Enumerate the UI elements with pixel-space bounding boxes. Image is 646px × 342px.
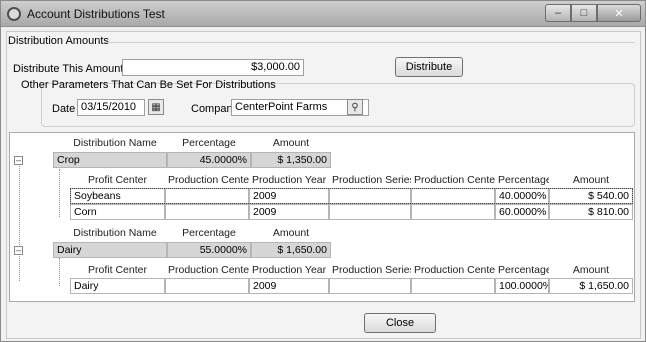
detail-header-profit-center[interactable]: Profit Center: [70, 263, 165, 279]
search-icon: ⚲: [351, 101, 359, 113]
window-title: Account Distributions Test: [27, 7, 165, 21]
minimize-button[interactable]: –: [545, 4, 571, 22]
table-row-percentage[interactable]: 60.0000%: [495, 204, 549, 220]
collapse-dairy-icon[interactable]: –: [14, 246, 23, 255]
maximize-button[interactable]: □: [571, 4, 597, 22]
company-lookup-button[interactable]: ⚲: [347, 99, 363, 115]
table-row-profit-center[interactable]: Dairy: [70, 278, 165, 294]
table-row-production-center[interactable]: [165, 278, 249, 294]
tree-line: [59, 169, 60, 217]
table-row-percentage[interactable]: 100.0000%: [495, 278, 549, 294]
detail-header-production-center[interactable]: Production Center: [165, 263, 249, 279]
detail-header-production-center-2[interactable]: Production Center: [411, 263, 495, 279]
collapse-crop-icon[interactable]: –: [14, 156, 23, 165]
date-label: Date: [52, 103, 76, 115]
detail-header-percentage[interactable]: Percentage: [495, 173, 549, 189]
detail-header-production-center-2[interactable]: Production Center: [411, 173, 495, 189]
table-row-production-center[interactable]: [165, 204, 249, 220]
account-distributions-window: Account Distributions Test – □ ✕ Distrib…: [0, 0, 646, 342]
column-header-amount[interactable]: Amount: [251, 226, 331, 242]
maximize-icon: □: [580, 7, 588, 19]
distribution-amounts-legend: Distribution Amounts: [8, 35, 109, 47]
distribute-amount-label: Distribute This Amount: [13, 63, 124, 75]
distribute-amount-input[interactable]: $3,000.00: [122, 59, 304, 76]
close-button[interactable]: Close: [364, 313, 436, 333]
detail-header-amount[interactable]: Amount: [549, 173, 633, 189]
minimize-icon: –: [554, 7, 562, 19]
column-header-distribution-name[interactable]: Distribution Name: [63, 136, 167, 152]
detail-header-production-center[interactable]: Production Center: [165, 173, 249, 189]
table-row-production-series[interactable]: [329, 278, 411, 294]
calendar-icon: ▦: [151, 101, 161, 113]
distribution-amounts-divider: [105, 42, 635, 43]
distribute-button[interactable]: Distribute: [395, 57, 463, 77]
dairy-name-cell[interactable]: Dairy: [53, 242, 167, 258]
detail-header-production-year[interactable]: Production Year: [249, 263, 329, 279]
crop-percentage-cell[interactable]: 45.0000%: [167, 152, 251, 168]
detail-header-profit-center[interactable]: Profit Center: [70, 173, 165, 189]
other-parameters-legend: Other Parameters That Can Be Set For Dis…: [21, 79, 276, 91]
window-controls: – □ ✕: [545, 4, 641, 22]
crop-amount-cell[interactable]: $ 1,350.00: [251, 152, 331, 168]
crop-name-cell[interactable]: Crop: [53, 152, 167, 168]
distribution-grid: Distribution Name Percentage Amount – Cr…: [9, 132, 635, 302]
column-header-distribution-name[interactable]: Distribution Name: [63, 226, 167, 242]
calendar-button[interactable]: ▦: [148, 99, 164, 115]
selected-row-focus: [70, 188, 633, 204]
app-icon: [7, 7, 21, 21]
column-header-percentage[interactable]: Percentage: [167, 136, 251, 152]
table-row-production-year[interactable]: 2009: [249, 204, 329, 220]
date-input[interactable]: 03/15/2010: [77, 99, 145, 116]
table-row-profit-center[interactable]: Corn: [70, 204, 165, 220]
detail-header-production-series[interactable]: Production Series: [329, 263, 411, 279]
detail-header-production-series[interactable]: Production Series: [329, 173, 411, 189]
table-row-production-series[interactable]: [329, 204, 411, 220]
detail-header-production-year[interactable]: Production Year: [249, 173, 329, 189]
column-header-amount[interactable]: Amount: [251, 136, 331, 152]
table-row-production-center-2[interactable]: [411, 204, 495, 220]
dairy-percentage-cell[interactable]: 55.0000%: [167, 242, 251, 258]
dairy-amount-cell[interactable]: $ 1,650.00: [251, 242, 331, 258]
detail-header-percentage[interactable]: Percentage: [495, 263, 549, 279]
tree-line: [19, 166, 20, 281]
table-row-production-center-2[interactable]: [411, 278, 495, 294]
column-header-percentage[interactable]: Percentage: [167, 226, 251, 242]
table-row-amount[interactable]: $ 1,650.00: [549, 278, 633, 294]
detail-header-amount[interactable]: Amount: [549, 263, 633, 279]
close-window-button[interactable]: ✕: [597, 4, 641, 22]
table-row-amount[interactable]: $ 810.00: [549, 204, 633, 220]
close-icon: ✕: [614, 7, 624, 20]
title-bar[interactable]: Account Distributions Test – □ ✕: [1, 1, 645, 27]
tree-line: [59, 258, 60, 286]
table-row-production-year[interactable]: 2009: [249, 278, 329, 294]
